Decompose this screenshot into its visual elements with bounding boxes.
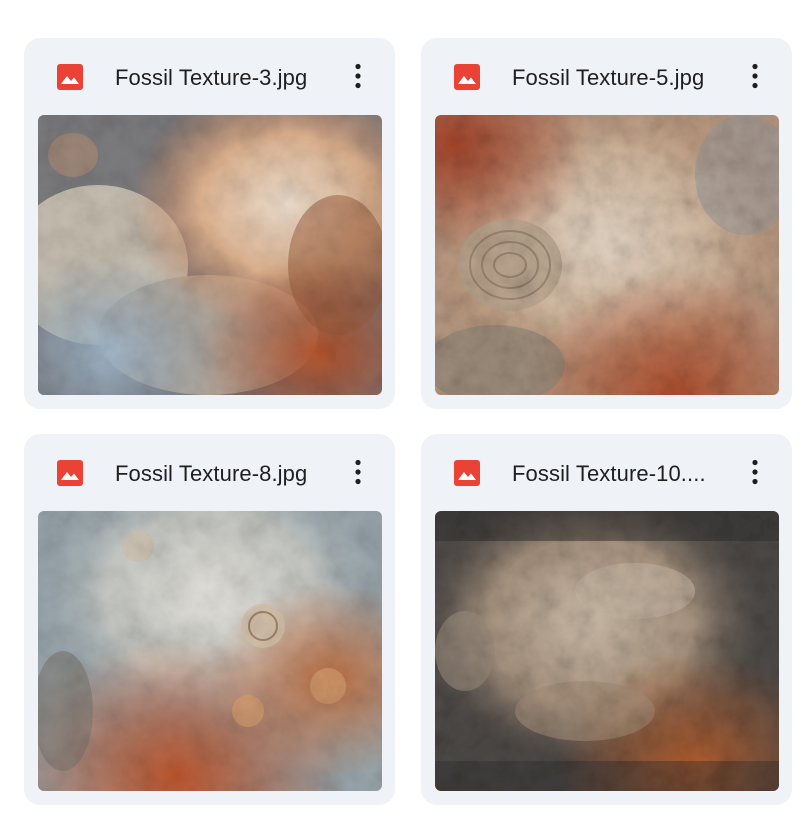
more-vert-icon bbox=[752, 63, 758, 89]
fossil-texture-image bbox=[38, 115, 382, 395]
image-file-icon bbox=[454, 64, 480, 90]
more-options-button[interactable] bbox=[342, 454, 374, 492]
file-name: Fossil Texture-5.jpg bbox=[512, 65, 705, 90]
file-name: Fossil Texture-10.... bbox=[512, 461, 706, 486]
more-vert-icon bbox=[355, 63, 361, 89]
file-thumbnail[interactable] bbox=[435, 115, 779, 395]
file-name: Fossil Texture-3.jpg bbox=[115, 65, 308, 90]
file-card-header: Fossil Texture-8.jpg bbox=[24, 434, 395, 511]
file-card-header: Fossil Texture-10.... bbox=[421, 434, 792, 511]
file-card-header: Fossil Texture-3.jpg bbox=[24, 38, 395, 115]
file-card[interactable]: Fossil Texture-3.jpg bbox=[24, 38, 395, 409]
image-file-icon bbox=[454, 460, 480, 486]
file-grid: Fossil Texture-3.jpg Fossil Texture-5.jp… bbox=[0, 0, 808, 828]
file-card[interactable]: Fossil Texture-10.... bbox=[421, 434, 792, 805]
image-file-icon bbox=[57, 64, 83, 90]
more-options-button[interactable] bbox=[342, 58, 374, 96]
more-vert-icon bbox=[355, 459, 361, 485]
file-card-header: Fossil Texture-5.jpg bbox=[421, 38, 792, 115]
file-thumbnail[interactable] bbox=[435, 511, 779, 791]
file-thumbnail[interactable] bbox=[38, 511, 382, 791]
more-vert-icon bbox=[752, 459, 758, 485]
file-thumbnail[interactable] bbox=[38, 115, 382, 395]
image-file-icon bbox=[57, 460, 83, 486]
more-options-button[interactable] bbox=[739, 58, 771, 96]
file-card[interactable]: Fossil Texture-8.jpg bbox=[24, 434, 395, 805]
file-name: Fossil Texture-8.jpg bbox=[115, 461, 308, 486]
more-options-button[interactable] bbox=[739, 454, 771, 492]
fossil-texture-image bbox=[435, 115, 779, 395]
file-card[interactable]: Fossil Texture-5.jpg bbox=[421, 38, 792, 409]
fossil-texture-image bbox=[38, 511, 382, 791]
fossil-texture-image bbox=[435, 511, 779, 791]
